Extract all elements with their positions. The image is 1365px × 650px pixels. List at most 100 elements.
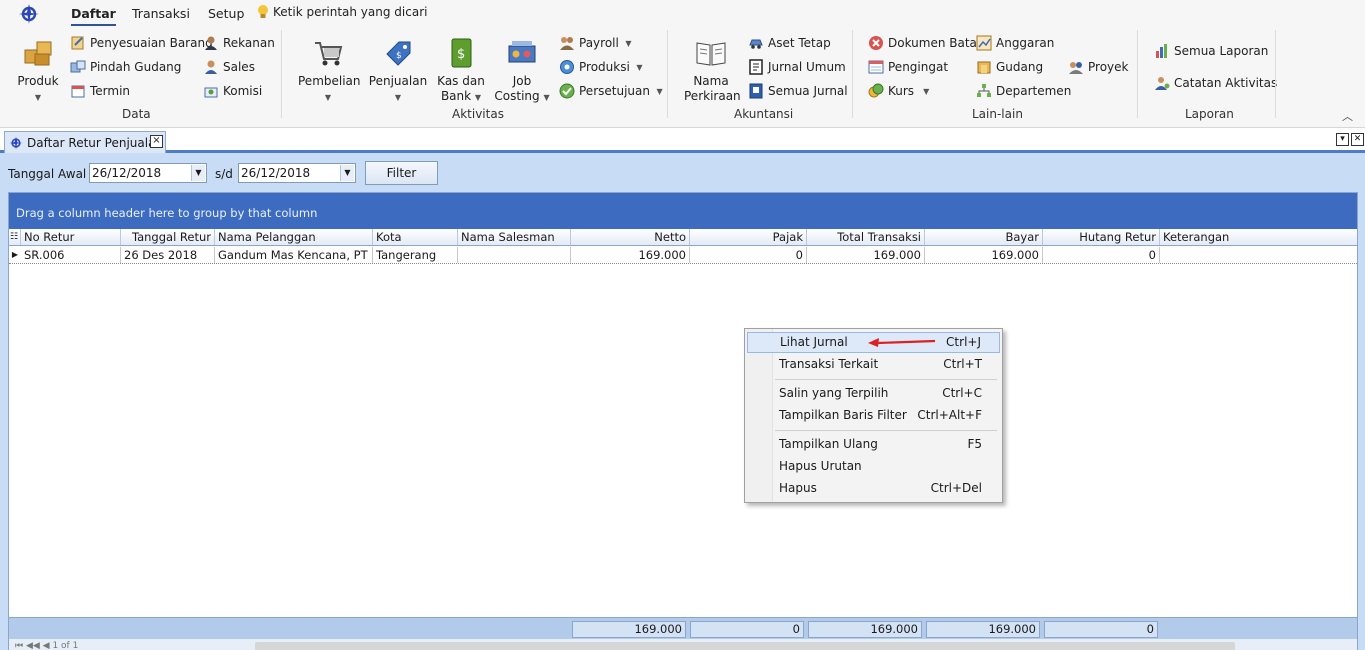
anggaran-label: Anggaran [996, 36, 1055, 50]
menu-item-hapus[interactable]: Hapus Ctrl+Del [747, 478, 1000, 499]
produk-label: Produk [17, 74, 59, 88]
column-header[interactable]: Bayar [925, 229, 1043, 245]
filter-row: Tanggal Awal 26/12/2018 ▼ s/d 26/12/2018… [0, 161, 1365, 185]
book-icon [696, 42, 726, 66]
kas-dan-bank-label-1: Kas dan [437, 74, 485, 88]
pembelian-button[interactable]: Pembelian ▼ [298, 36, 361, 105]
tell-me-search[interactable]: Ketik perintah yang dicari [256, 4, 427, 20]
chevron-down-icon: ▼ [543, 93, 550, 102]
penjualan-button[interactable]: $ Penjualan ▼ [368, 36, 428, 105]
pembelian-label: Pembelian [298, 74, 361, 88]
job-costing-button[interactable]: Job Costing ▼ [494, 36, 550, 105]
column-header[interactable]: Nama Salesman [458, 229, 571, 245]
persetujuan-label: Persetujuan [579, 84, 650, 98]
termin-button[interactable]: Termin [70, 83, 130, 99]
filter-button[interactable]: Filter [365, 161, 438, 185]
horizontal-scrollbar[interactable] [255, 642, 1235, 650]
tab-setup[interactable]: Setup [208, 6, 244, 21]
gudang-label: Gudang [996, 60, 1044, 74]
menu-item-shortcut: Ctrl+T [943, 357, 982, 371]
table-row[interactable]: ▶ SR.006 26 Des 2018 Gandum Mas Kencana,… [9, 247, 1357, 264]
pindah-gudang-label: Pindah Gudang [90, 60, 182, 74]
menu-item-label: Hapus [779, 481, 817, 495]
budget-icon [976, 35, 992, 51]
group-separator [667, 30, 668, 118]
start-date-label: Tanggal Awal [8, 167, 87, 181]
chevron-down-icon[interactable]: ▼ [340, 165, 354, 181]
group-separator [1137, 30, 1138, 118]
cell-pajak: 0 [690, 247, 807, 263]
payroll-icon [560, 37, 574, 50]
persetujuan-button[interactable]: Persetujuan ▼ [559, 83, 663, 99]
tab-list-dropdown-icon[interactable]: ▾ [1336, 133, 1349, 146]
column-header[interactable]: Hutang Retur [1043, 229, 1160, 245]
menu-item-salin-yang-terpilih[interactable]: Salin yang Terpilih Ctrl+C [747, 383, 1000, 404]
jurnal-umum-button[interactable]: Jurnal Umum [748, 59, 846, 75]
column-header[interactable]: No Retur [21, 229, 121, 245]
menu-item-tampilkan-baris-filter[interactable]: Tampilkan Baris Filter Ctrl+Alt+F [747, 405, 1000, 426]
money-icon: $ [451, 38, 472, 68]
catatan-aktivitas-button[interactable]: Catatan Aktivitas [1154, 75, 1277, 91]
proyek-button[interactable]: Proyek [1068, 59, 1128, 75]
tab-transaksi[interactable]: Transaksi [132, 6, 190, 21]
group-label-lain-lain: Lain-lain [972, 107, 1023, 121]
total-bayar: 169.000 [926, 621, 1040, 638]
column-header[interactable]: Tanggal Retur [121, 229, 215, 245]
column-header[interactable]: Kota [373, 229, 458, 245]
column-header[interactable]: Keterangan [1160, 229, 1357, 245]
departemen-button[interactable]: Departemen [976, 83, 1071, 99]
group-label-laporan: Laporan [1185, 107, 1234, 121]
chevron-down-icon: ▼ [324, 93, 332, 102]
chevron-down-icon[interactable]: ▼ [191, 165, 205, 181]
group-by-panel[interactable]: Drag a column header here to group by th… [9, 193, 1357, 229]
svg-text:$: $ [457, 47, 465, 62]
anggaran-button[interactable]: Anggaran [976, 35, 1054, 51]
kas-dan-bank-button[interactable]: $ Kas dan Bank ▼ [434, 36, 488, 105]
cell-kota: Tangerang [373, 247, 458, 263]
column-header[interactable]: Netto [571, 229, 690, 245]
rekanan-button[interactable]: Rekanan [203, 35, 275, 51]
start-date-field[interactable]: 26/12/2018 ▼ [89, 163, 207, 183]
pindah-gudang-button[interactable]: Pindah Gudang [70, 59, 181, 75]
date-range-separator: s/d [215, 167, 233, 181]
start-date-value: 26/12/2018 [92, 166, 162, 180]
menu-item-transaksi-terkait[interactable]: Transaksi Terkait Ctrl+T [747, 354, 1000, 375]
document-tab-strip: Daftar Retur Penjualan × ▾ ✕ [0, 129, 1365, 153]
menu-item-hapus-urutan[interactable]: Hapus Urutan [747, 456, 1000, 477]
gudang-button[interactable]: Gudang [976, 59, 1043, 75]
penyesuaian-barang-button[interactable]: Penyesuaian Barang [70, 35, 213, 51]
produk-button[interactable]: Produk ▼ [14, 36, 62, 105]
end-date-field[interactable]: 26/12/2018 ▼ [238, 163, 356, 183]
nama-perkiraan-label-1: Nama [693, 74, 729, 88]
produksi-button[interactable]: Produksi ▼ [559, 59, 643, 75]
jurnal-umum-label: Jurnal Umum [768, 60, 846, 74]
menu-item-label: Lihat Jurnal [780, 335, 848, 349]
nama-perkiraan-button[interactable]: Nama Perkiraan [684, 36, 741, 104]
column-header[interactable]: Nama Pelanggan [215, 229, 373, 245]
semua-jurnal-button[interactable]: Semua Jurnal [748, 83, 848, 99]
document-tab[interactable]: Daftar Retur Penjualan × [4, 131, 166, 153]
column-header[interactable]: Pajak [690, 229, 807, 245]
column-header[interactable]: Total Transaksi [807, 229, 925, 245]
pengingat-button[interactable]: Pengingat [868, 59, 948, 75]
column-chooser-icon[interactable]: ☷ [9, 229, 21, 245]
menu-item-tampilkan-ulang[interactable]: Tampilkan Ulang F5 [747, 434, 1000, 455]
cart-icon [315, 42, 343, 66]
app-logo-icon[interactable] [18, 3, 40, 25]
payroll-button[interactable]: Payroll ▼ [559, 35, 632, 51]
rekanan-label: Rekanan [223, 36, 275, 50]
penyesuaian-barang-label: Penyesuaian Barang [90, 36, 213, 50]
aset-tetap-button[interactable]: Aset Tetap [748, 35, 831, 51]
sales-button[interactable]: Sales [203, 59, 255, 75]
all-journal-icon [749, 83, 763, 99]
semua-laporan-button[interactable]: Semua Laporan [1154, 43, 1268, 59]
close-icon[interactable]: × [150, 135, 163, 148]
group-separator [852, 30, 853, 118]
collapse-ribbon-icon[interactable]: ︿ [1342, 108, 1353, 124]
close-all-icon[interactable]: ✕ [1351, 133, 1364, 146]
dokumen-batal-button[interactable]: Dokumen Batal [868, 35, 980, 51]
navigator-buttons[interactable]: ⏮ ◀◀ ◀ [15, 641, 52, 650]
komisi-button[interactable]: Komisi [203, 83, 262, 99]
kurs-button[interactable]: Kurs ▼ [868, 83, 929, 99]
tab-daftar[interactable]: Daftar [71, 6, 116, 26]
